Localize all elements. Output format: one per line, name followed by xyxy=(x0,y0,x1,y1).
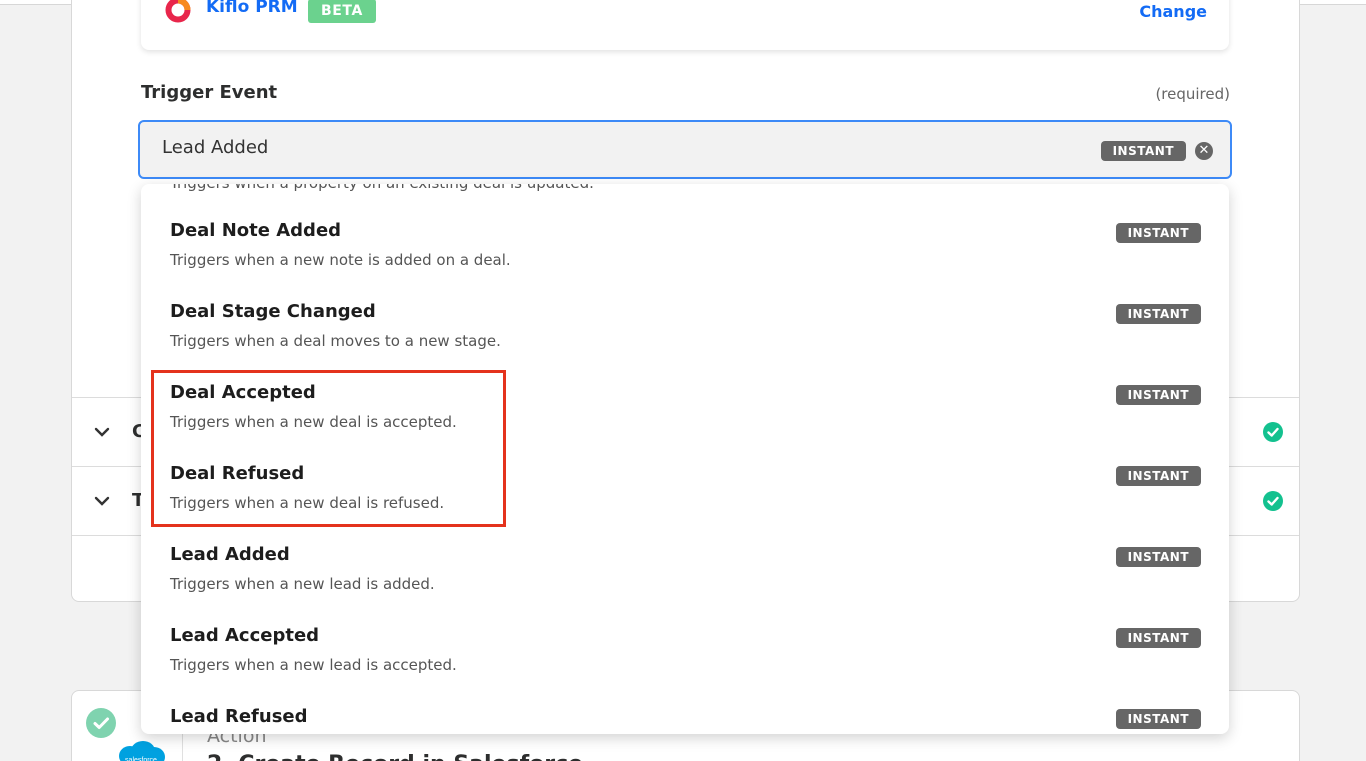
trigger-event-dropdown[interactable]: Triggers when a property on an existing … xyxy=(141,184,1229,734)
instant-badge: INSTANT xyxy=(1115,628,1201,648)
option-deal-refused[interactable]: Deal Refused Triggers when a new deal is… xyxy=(141,427,1229,512)
option-deal-note-added[interactable]: Deal Note Added Triggers when a new note… xyxy=(141,184,1229,269)
option-title: Deal Accepted xyxy=(170,382,316,403)
check-circle-icon xyxy=(86,708,116,738)
option-title: Deal Refused xyxy=(170,463,305,484)
instant-badge: INSTANT xyxy=(1115,709,1201,729)
option-lead-refused[interactable]: Lead Refused INSTANT xyxy=(141,670,1229,734)
close-circle-icon[interactable]: ✕ xyxy=(1195,142,1213,160)
option-title: Lead Refused xyxy=(170,706,308,727)
instant-badge: INSTANT xyxy=(1115,223,1201,243)
selected-app-box: Kiflo PRM BETA Change xyxy=(141,0,1229,50)
trigger-event-select[interactable]: Lead Added INSTANT ✕ xyxy=(138,120,1232,179)
instant-badge: INSTANT xyxy=(1100,141,1186,161)
salesforce-logo-text: salesforce xyxy=(125,757,157,761)
option-title: Deal Note Added xyxy=(170,220,342,241)
kiflo-ring-icon xyxy=(165,0,191,23)
option-lead-accepted[interactable]: Lead Accepted Triggers when a new lead i… xyxy=(141,589,1229,674)
chevron-down-icon xyxy=(94,496,110,506)
action-title: 2. Create Record in Salesforce xyxy=(207,752,583,761)
option-title: Lead Added xyxy=(170,544,290,565)
option-deal-stage-changed[interactable]: Deal Stage Changed Triggers when a deal … xyxy=(141,265,1229,350)
instant-badge: INSTANT xyxy=(1115,304,1201,324)
check-circle-icon xyxy=(1263,422,1283,442)
option-title: Deal Stage Changed xyxy=(170,301,376,322)
required-indicator: (required) xyxy=(1155,85,1230,103)
salesforce-cloud-icon: salesforce xyxy=(119,741,165,761)
selected-trigger-value: Lead Added xyxy=(162,137,269,158)
check-circle-icon xyxy=(1263,491,1283,511)
option-title: Lead Accepted xyxy=(170,625,320,646)
instant-badge: INSTANT xyxy=(1115,547,1201,567)
trigger-event-label: Trigger Event xyxy=(141,82,278,103)
beta-badge: BETA xyxy=(308,0,376,23)
app-name: Kiflo PRM xyxy=(206,0,298,17)
option-deal-accepted[interactable]: Deal Accepted Triggers when a new deal i… xyxy=(141,346,1229,431)
chevron-down-icon xyxy=(94,427,110,437)
instant-badge: INSTANT xyxy=(1115,466,1201,486)
instant-badge: INSTANT xyxy=(1115,385,1201,405)
option-lead-added[interactable]: Lead Added Triggers when a new lead is a… xyxy=(141,508,1229,593)
change-app-link[interactable]: Change xyxy=(1139,2,1207,21)
